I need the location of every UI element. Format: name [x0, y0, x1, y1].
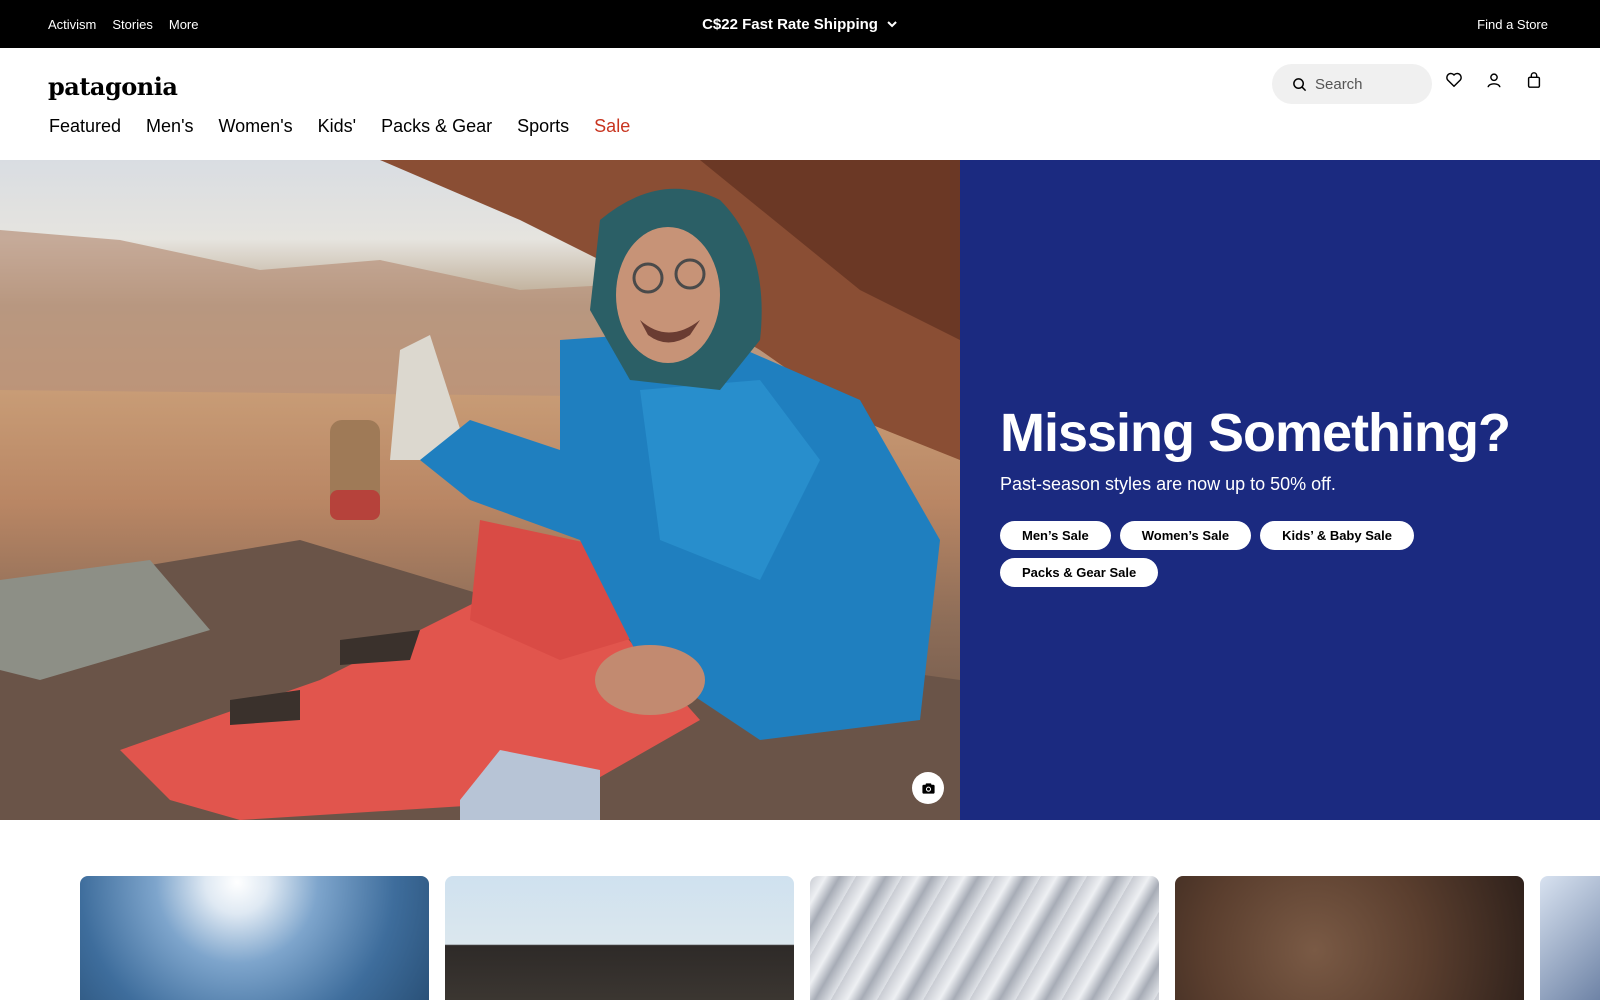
kids-baby-sale-button[interactable]: Kids’ & Baby Sale — [1260, 521, 1414, 550]
activism-link[interactable]: Activism — [48, 17, 96, 32]
account-icon — [1487, 73, 1501, 88]
hero-image — [0, 160, 960, 820]
story-card[interactable] — [80, 876, 429, 1000]
hero-promo-panel: Missing Something? Past-season styles ar… — [960, 160, 1600, 820]
utility-bar: Activism Stories More C$22 Fast Rate Shi… — [0, 0, 1600, 48]
search-placeholder: Search — [1315, 75, 1363, 93]
nav-mens[interactable]: Men's — [146, 116, 193, 137]
nav-featured[interactable]: Featured — [49, 116, 121, 137]
story-card[interactable] — [445, 876, 794, 1000]
heart-icon — [1446, 72, 1462, 88]
wishlist-button[interactable] — [1442, 68, 1466, 92]
womens-sale-button[interactable]: Women’s Sale — [1119, 521, 1252, 550]
search-input[interactable]: Search — [1272, 64, 1432, 104]
nav-womens[interactable]: Women's — [219, 116, 293, 137]
sale-category-buttons: Men’s Sale Women’s Sale Kids’ & Baby Sal… — [1000, 521, 1420, 587]
mens-sale-button[interactable]: Men’s Sale — [1000, 521, 1111, 550]
chevron-down-icon — [887, 21, 897, 28]
bag-icon — [1527, 72, 1541, 88]
story-carousel — [0, 876, 1600, 1000]
hero-banner: Missing Something? Past-season styles ar… — [0, 160, 1600, 820]
packs-gear-sale-button[interactable]: Packs & Gear Sale — [1000, 558, 1159, 587]
more-link[interactable]: More — [169, 17, 199, 32]
story-card[interactable] — [1540, 876, 1600, 1000]
patagonia-logo[interactable]: patagonia — [48, 72, 178, 101]
cart-button[interactable] — [1522, 68, 1546, 92]
nav-sale[interactable]: Sale — [594, 116, 630, 137]
header-actions — [1442, 68, 1546, 92]
photo-credit-button[interactable] — [912, 772, 944, 804]
find-store-link[interactable]: Find a Store — [1477, 0, 1548, 48]
main-navigation: Featured Men's Women's Kids' Packs & Gea… — [49, 116, 630, 137]
camera-icon — [921, 782, 935, 794]
shipping-promo[interactable]: C$22 Fast Rate Shipping — [702, 0, 898, 48]
nav-packs-gear[interactable]: Packs & Gear — [381, 116, 492, 137]
story-card[interactable] — [1175, 876, 1524, 1000]
nav-sports[interactable]: Sports — [517, 116, 569, 137]
hero-scene-illustration — [0, 160, 960, 820]
account-button[interactable] — [1482, 68, 1506, 92]
story-card[interactable] — [810, 876, 1159, 1000]
search-icon — [1293, 77, 1307, 91]
nav-kids[interactable]: Kids' — [318, 116, 356, 137]
shipping-promo-text: C$22 Fast Rate Shipping — [702, 15, 878, 33]
site-header: patagonia Search Featured Men's Women's … — [0, 48, 1600, 160]
hero-subtitle: Past-season styles are now up to 50% off… — [1000, 474, 1336, 494]
utility-links: Activism Stories More — [48, 0, 198, 48]
stories-link[interactable]: Stories — [112, 17, 152, 32]
hero-title: Missing Something? — [1000, 403, 1511, 463]
